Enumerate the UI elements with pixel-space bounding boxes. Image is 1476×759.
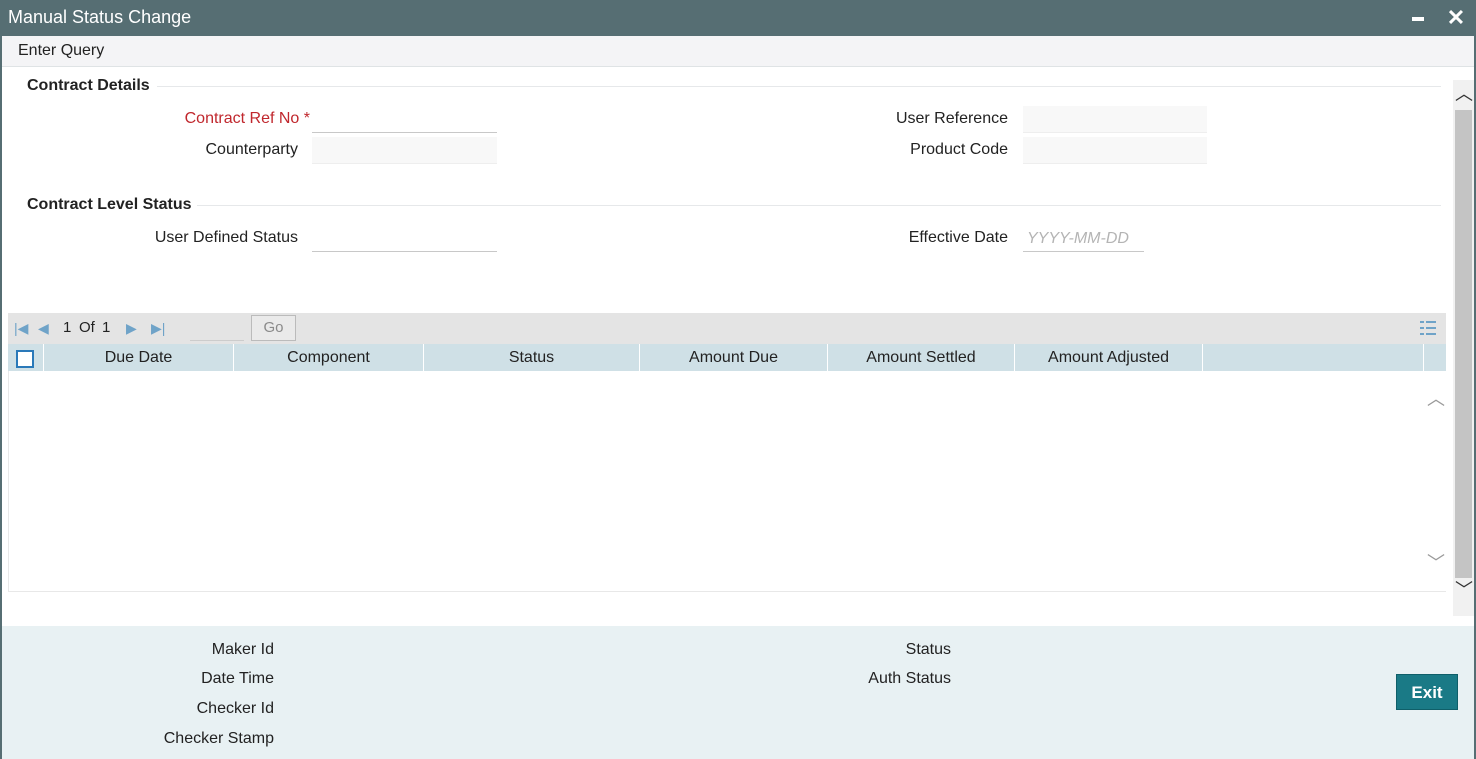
grid-scroll-down-icon[interactable]: ﹀: [1426, 549, 1446, 575]
column-header-filler: [1203, 344, 1424, 371]
user-defined-status-field[interactable]: [312, 225, 497, 252]
checker-id-label: Checker Id: [196, 700, 274, 717]
page-number-input[interactable]: [190, 317, 244, 341]
counterparty-label: Counterparty: [205, 141, 299, 158]
total-pages: 1: [102, 319, 111, 336]
grid-body: ︿ ﹀: [8, 371, 1446, 592]
column-header[interactable]: Component: [234, 344, 424, 371]
counterparty-field: [312, 137, 497, 164]
last-page-icon[interactable]: ▶|: [151, 320, 165, 336]
select-all-checkbox[interactable]: [16, 350, 34, 368]
contract-ref-no-label: Contract Ref No *: [184, 110, 310, 127]
window-title: Manual Status Change: [8, 7, 192, 27]
scrollbar-thumb[interactable]: [1455, 110, 1472, 578]
auth-status-label: Auth Status: [868, 670, 951, 687]
maker-id-label: Maker Id: [211, 641, 274, 658]
previous-page-icon[interactable]: ◀: [38, 320, 49, 336]
next-page-icon[interactable]: ▶: [126, 320, 137, 336]
grid-header: Due Date Component Status Amount Due Amo…: [8, 344, 1446, 371]
effective-date-label: Effective Date: [908, 229, 1008, 246]
effective-date-field[interactable]: YYYY-MM-DD: [1023, 225, 1144, 252]
user-reference-label: User Reference: [895, 110, 1008, 127]
current-page: 1: [63, 319, 72, 336]
section-divider: [197, 205, 1441, 206]
enter-query-menu-item[interactable]: Enter Query: [18, 42, 104, 60]
select-all-cell: [8, 344, 44, 371]
contract-ref-no-field[interactable]: [312, 106, 497, 133]
user-reference-field: [1023, 106, 1207, 133]
minimize-icon[interactable]: [1406, 6, 1430, 30]
window-titlebar: Manual Status Change ✕: [0, 0, 1476, 36]
column-header[interactable]: Status: [424, 344, 640, 371]
column-header[interactable]: Amount Adjusted: [1015, 344, 1203, 371]
effective-date-placeholder: YYYY-MM-DD: [1027, 230, 1129, 247]
column-header[interactable]: Due Date: [44, 344, 234, 371]
column-header[interactable]: Amount Due: [640, 344, 828, 371]
contract-level-status-heading: Contract Level Status: [27, 196, 192, 213]
first-page-icon[interactable]: |◀: [14, 320, 28, 336]
scroll-down-icon[interactable]: ﹀: [1455, 580, 1473, 600]
main-scrollbar[interactable]: ︿ ﹀: [1453, 80, 1474, 616]
grid-scroll-up-icon[interactable]: ︿: [1426, 385, 1446, 411]
section-divider: [157, 86, 1441, 87]
column-header[interactable]: Amount Settled: [828, 344, 1015, 371]
exit-button[interactable]: Exit: [1396, 674, 1458, 710]
status-label: Status: [905, 641, 951, 658]
close-icon[interactable]: ✕: [1444, 6, 1468, 30]
checker-stamp-label: Checker Stamp: [163, 730, 274, 747]
user-defined-status-label: User Defined Status: [154, 229, 298, 246]
date-time-label: Date Time: [201, 670, 274, 687]
product-code-field: [1023, 137, 1207, 164]
contract-details-heading: Contract Details: [27, 77, 150, 94]
grid-pager: |◀ ◀ 1 Of 1 ▶ ▶| Go: [8, 313, 1446, 344]
grid-scrollbar[interactable]: ︿ ﹀: [1426, 371, 1446, 591]
product-code-label: Product Code: [910, 141, 1008, 158]
page-of-label: Of: [79, 319, 95, 336]
grid-settings-icon[interactable]: [1420, 321, 1436, 335]
scroll-up-icon[interactable]: ︿: [1455, 84, 1473, 104]
menu-bar: Enter Query: [0, 36, 1476, 67]
go-button[interactable]: Go: [251, 315, 296, 341]
